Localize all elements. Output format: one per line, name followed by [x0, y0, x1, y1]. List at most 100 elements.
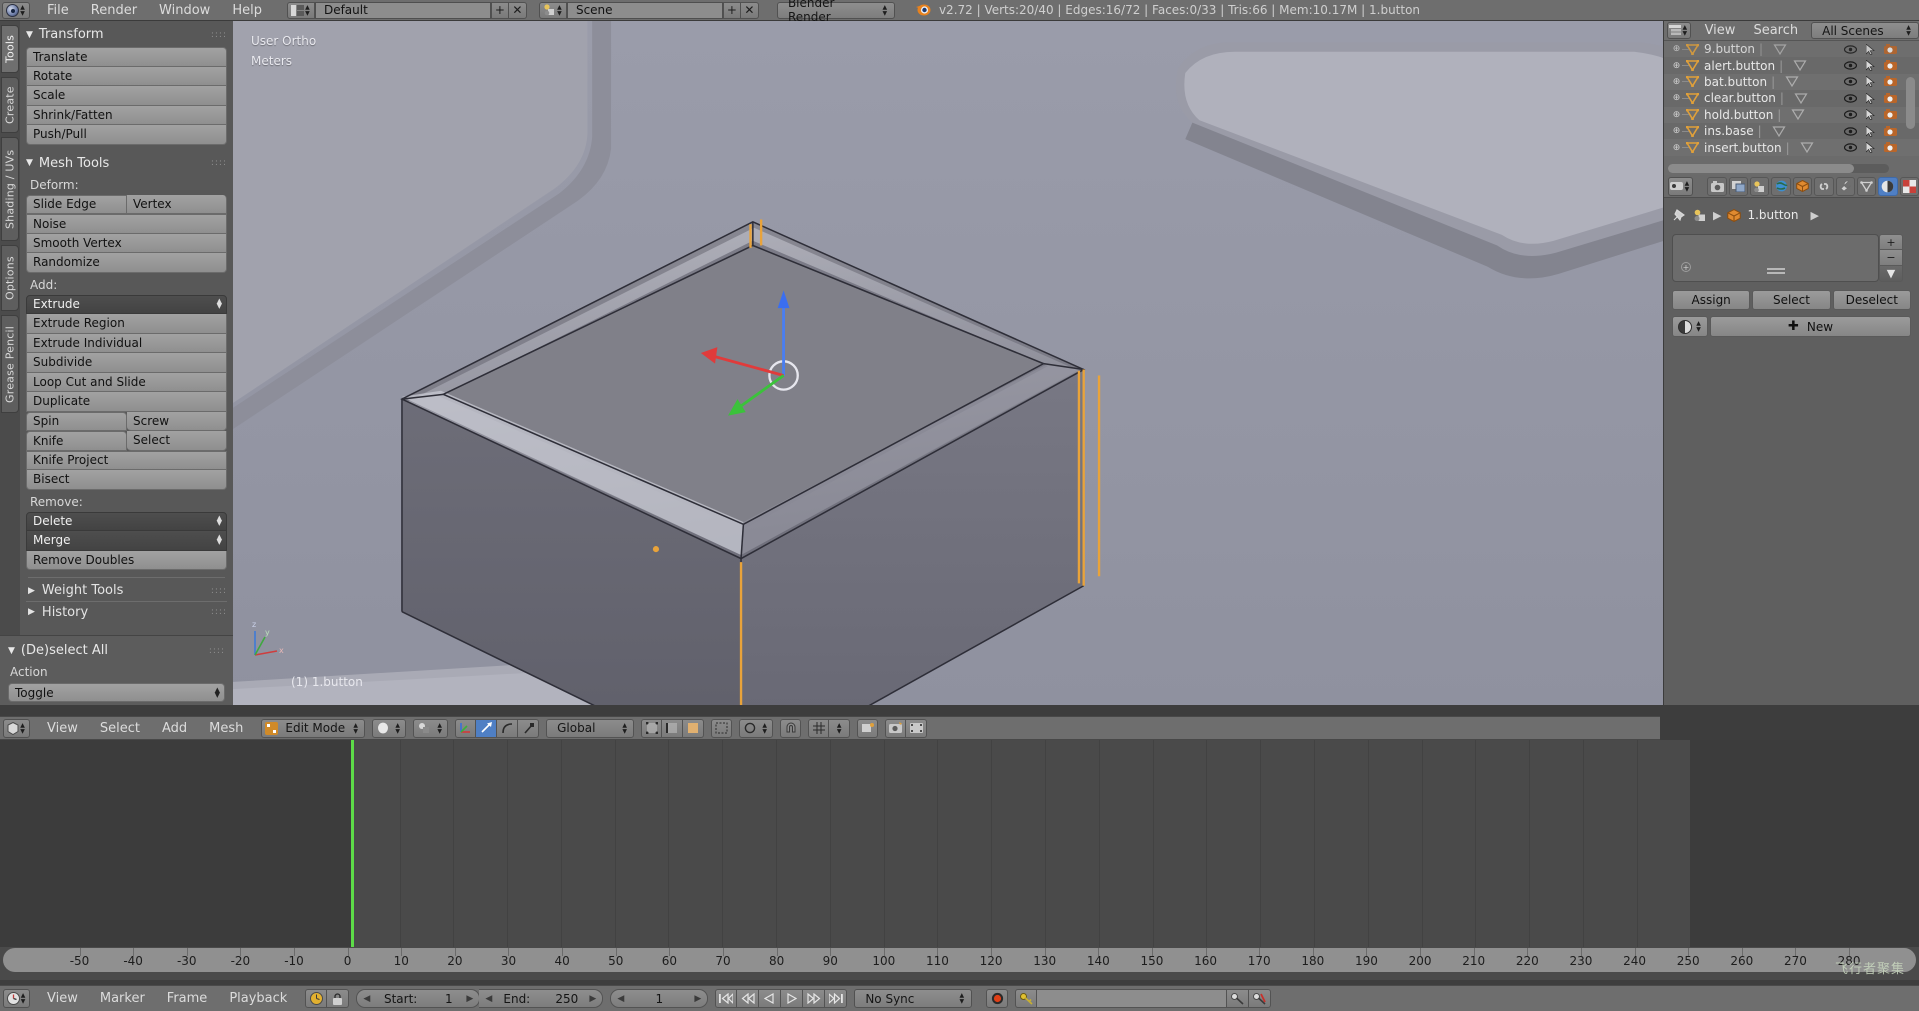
- blender-menu-icon[interactable]: ▲ ▼: [2, 1, 30, 19]
- randomize-button[interactable]: Randomize: [26, 253, 227, 273]
- properties-tab-render-layers[interactable]: [1728, 176, 1749, 196]
- timeline-playhead[interactable]: [351, 740, 355, 947]
- menu-file[interactable]: File: [36, 3, 80, 18]
- view3d-menu-mesh[interactable]: Mesh: [198, 721, 254, 736]
- jump-to-start-button[interactable]: [715, 989, 738, 1008]
- pivot-point-select[interactable]: ▲ ▼: [413, 718, 449, 738]
- timeline-menu-marker[interactable]: Marker: [89, 991, 156, 1006]
- breadcrumb-object-name[interactable]: 1.button: [1747, 208, 1798, 222]
- current-frame-field[interactable]: ◀ 1 ▶: [610, 989, 709, 1008]
- deselect-button[interactable]: Deselect: [1832, 290, 1911, 310]
- record-button[interactable]: [986, 989, 1009, 1008]
- bisect-button[interactable]: Bisect: [26, 470, 227, 490]
- properties-tab-texture[interactable]: [1899, 176, 1919, 196]
- opengl-render-button[interactable]: [857, 718, 879, 738]
- timeline-editor-type-icon[interactable]: ▲ ▼: [3, 989, 30, 1008]
- decrement-icon[interactable]: ◀: [363, 994, 370, 1004]
- properties-tab-object[interactable]: [1792, 176, 1813, 196]
- expand-icon[interactable]: ⊕: [1672, 93, 1681, 103]
- expand-icon[interactable]: ⊕: [1672, 143, 1681, 153]
- outliner-vertical-scrollbar[interactable]: [1906, 77, 1915, 129]
- list-item[interactable]: ⊕ hold.button |: [1664, 106, 1919, 123]
- rotate-button[interactable]: Rotate: [26, 66, 227, 86]
- vertex-select-button[interactable]: [641, 718, 663, 738]
- properties-tab-constraints[interactable]: [1814, 176, 1834, 196]
- add-material-slot-button[interactable]: +: [1879, 234, 1903, 250]
- panel-history-header[interactable]: ▶ History ::::: [26, 601, 227, 622]
- delete-layout-button[interactable]: ✕: [508, 1, 527, 19]
- outliner-row-icons[interactable]: [1844, 76, 1897, 88]
- end-frame-field[interactable]: ◀ End: 250 ▶: [479, 989, 604, 1008]
- expand-icon[interactable]: ⊕: [1672, 77, 1681, 87]
- decrement-icon[interactable]: ◀: [617, 994, 624, 1004]
- new-material-button[interactable]: ✚ New: [1710, 316, 1911, 337]
- scene-browse-icon[interactable]: ▲ ▼: [538, 1, 567, 19]
- opengl-render-animation-button[interactable]: [906, 718, 928, 738]
- action-select[interactable]: Toggle ▲ ▼: [8, 683, 225, 702]
- outliner-menu-search[interactable]: Search: [1744, 23, 1807, 38]
- outliner-row-icons[interactable]: [1844, 142, 1897, 154]
- select-button[interactable]: Select: [1752, 290, 1831, 310]
- insert-keyframe-button[interactable]: [1227, 989, 1250, 1008]
- sync-mode-select[interactable]: No Sync ▲ ▼: [854, 989, 973, 1008]
- tab-options[interactable]: Options: [1, 245, 19, 311]
- extrude-individual-button[interactable]: Extrude Individual: [26, 333, 227, 353]
- expand-icon[interactable]: ⊕: [1672, 126, 1681, 136]
- view3d-menu-add[interactable]: Add: [151, 721, 198, 736]
- snap-element-button[interactable]: [808, 718, 830, 738]
- menu-window[interactable]: Window: [148, 3, 221, 18]
- list-item[interactable]: ⊕ ins.base |: [1664, 122, 1919, 140]
- material-specials-button[interactable]: ▼: [1879, 266, 1903, 282]
- edge-select-button[interactable]: [662, 718, 684, 738]
- noise-button[interactable]: Noise: [26, 214, 227, 234]
- properties-tab-render[interactable]: [1707, 176, 1727, 196]
- panel-deselect-all-header[interactable]: ▼ (De)select All ::::: [8, 641, 225, 660]
- expand-icon[interactable]: ⊕: [1672, 61, 1681, 71]
- proportional-edit-select[interactable]: ▲ ▼: [739, 718, 774, 738]
- outliner-row-icons[interactable]: [1844, 43, 1897, 55]
- delete-keyframe-button[interactable]: [1249, 989, 1272, 1008]
- limit-selection-visible-button[interactable]: [711, 718, 733, 738]
- delete-scene-button[interactable]: ✕: [740, 1, 759, 19]
- timeline-ruler[interactable]: -50 -40 -30 -20 -10 0 10 20 30 40 50 60 70 80 90 100 110…: [3, 948, 1916, 972]
- panel-weight-tools-header[interactable]: ▶ Weight Tools ::::: [26, 580, 227, 601]
- scene-name-field[interactable]: Scene: [566, 1, 723, 19]
- timeline-track-area[interactable]: -50 -40 -30 -20 -10 0 10 20 30 40 50 60 70 80 90 100 110…: [0, 740, 1919, 980]
- knife-project-button[interactable]: Knife Project: [26, 450, 227, 470]
- snap-toggle-button[interactable]: [780, 718, 802, 738]
- increment-icon[interactable]: ▶: [466, 994, 473, 1004]
- keying-set-icon-box[interactable]: [1015, 989, 1038, 1008]
- subdivide-button[interactable]: Subdivide: [26, 353, 227, 373]
- list-item[interactable]: ⊕ alert.button |: [1664, 57, 1919, 74]
- list-item[interactable]: ⊕ bat.button |: [1664, 73, 1919, 91]
- timeline-menu-frame[interactable]: Frame: [156, 991, 219, 1006]
- slide-edge-button[interactable]: Slide Edge: [26, 194, 127, 214]
- expand-icon[interactable]: ⊕: [1672, 44, 1681, 54]
- browse-material-button[interactable]: ▲ ▼: [1672, 316, 1708, 337]
- properties-tab-world[interactable]: [1771, 176, 1791, 196]
- next-keyframe-button[interactable]: [803, 989, 826, 1008]
- assign-button[interactable]: Assign: [1672, 290, 1751, 310]
- scale-manipulator-button[interactable]: [518, 718, 540, 738]
- new-layout-button[interactable]: +: [490, 1, 509, 19]
- new-scene-button[interactable]: +: [722, 1, 741, 19]
- face-select-button[interactable]: [683, 718, 705, 738]
- list-item[interactable]: ⊕ 9.button |: [1664, 41, 1919, 58]
- translate-button[interactable]: Translate: [26, 47, 227, 67]
- outliner-tree[interactable]: ⊕ 9.button | ⊕ alert.button | ⊕ bat.butt…: [1664, 41, 1919, 161]
- spin-button[interactable]: Spin: [26, 411, 127, 431]
- screen-layout-icon[interactable]: ▲ ▼: [286, 1, 315, 19]
- render-engine-select[interactable]: Blender Render ▲ ▼: [776, 0, 895, 24]
- add-slot-icon[interactable]: +: [1681, 262, 1691, 272]
- tab-create[interactable]: Create: [1, 77, 19, 133]
- pin-icon[interactable]: [1672, 208, 1687, 222]
- knife-button[interactable]: Knife: [26, 431, 127, 451]
- outliner-menu-view[interactable]: View: [1696, 23, 1745, 38]
- outliner-horizontal-scrollbar[interactable]: [1668, 164, 1889, 173]
- remove-material-slot-button[interactable]: −: [1879, 250, 1903, 266]
- transform-orientation-select[interactable]: Global ▲ ▼: [546, 718, 635, 738]
- merge-button[interactable]: Merge ▲ ▼: [26, 531, 227, 551]
- manipulator-toggle-button[interactable]: [455, 718, 477, 738]
- scale-button[interactable]: Scale: [26, 86, 227, 106]
- timeline-menu-playback[interactable]: Playback: [218, 991, 298, 1006]
